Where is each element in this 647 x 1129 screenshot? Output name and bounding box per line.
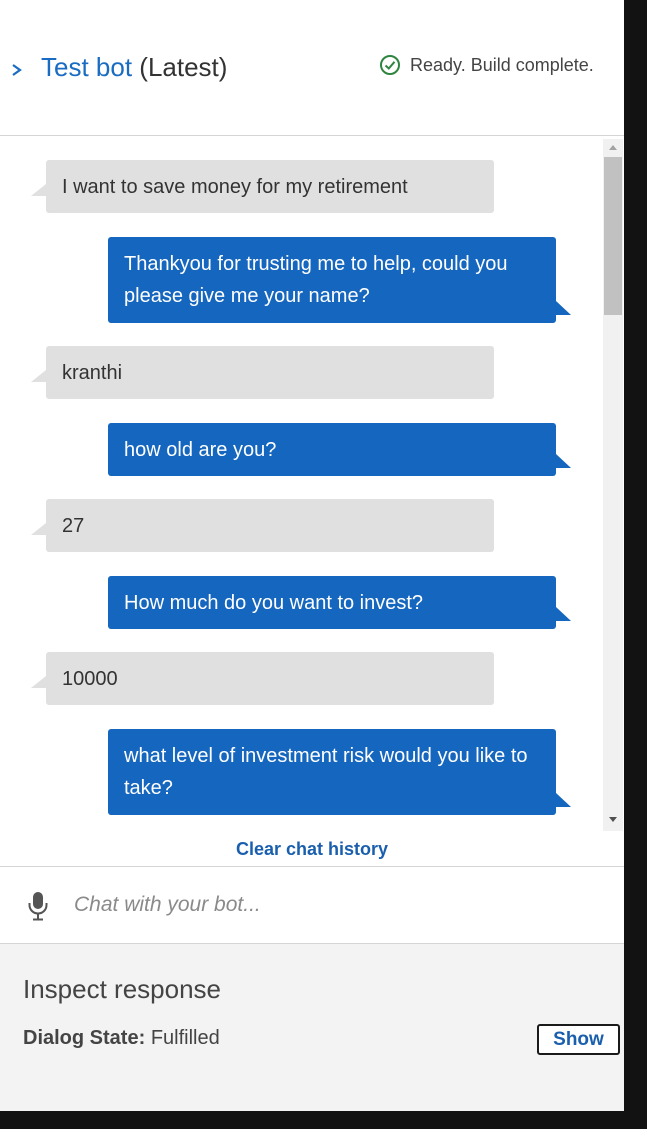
bot-name[interactable]: Test bot	[41, 52, 132, 82]
scrollbar-thumb[interactable]	[604, 157, 622, 315]
scroll-down-arrow-icon[interactable]	[609, 817, 617, 822]
build-status: Ready. Build complete.	[379, 53, 594, 77]
user-message: I want to save money for my retirement	[31, 160, 494, 213]
user-message: 10000	[31, 652, 494, 705]
microphone-icon[interactable]	[27, 891, 49, 921]
test-bot-header: Test bot (Latest) Ready. Build complete.	[0, 0, 624, 136]
inspect-response-section: Inspect response Dialog State: Fulfilled…	[0, 944, 624, 1111]
bot-version: (Latest)	[139, 52, 228, 82]
user-message: 27	[31, 499, 494, 552]
show-button[interactable]: Show	[537, 1024, 620, 1055]
bot-message: what level of investment risk would you …	[108, 729, 571, 815]
user-message: kranthi	[31, 346, 494, 399]
chat-history: I want to save money for my retirement T…	[0, 137, 624, 830]
dialog-state: Dialog State: Fulfilled	[23, 1026, 220, 1050]
dialog-state-value: Fulfilled	[150, 1027, 220, 1049]
bot-message: how old are you?	[108, 423, 571, 476]
build-status-text: Ready. Build complete.	[410, 54, 594, 75]
bot-message: How much do you want to invest?	[108, 576, 571, 629]
dialog-state-label: Dialog State:	[23, 1027, 146, 1049]
inspect-response-title: Inspect response	[23, 974, 222, 1004]
bot-message: Thankyou for trusting me to help, could …	[108, 237, 571, 323]
panel-title: Test bot (Latest)	[41, 51, 227, 83]
check-circle-icon	[380, 55, 400, 75]
chat-input[interactable]	[74, 889, 574, 921]
test-bot-panel: Test bot (Latest) Ready. Build complete.…	[0, 0, 624, 1111]
chevron-right-icon[interactable]	[9, 58, 25, 82]
scroll-up-arrow-icon[interactable]	[609, 145, 617, 150]
clear-chat-history-link[interactable]: Clear chat history	[0, 837, 624, 861]
chat-input-row	[0, 866, 624, 944]
